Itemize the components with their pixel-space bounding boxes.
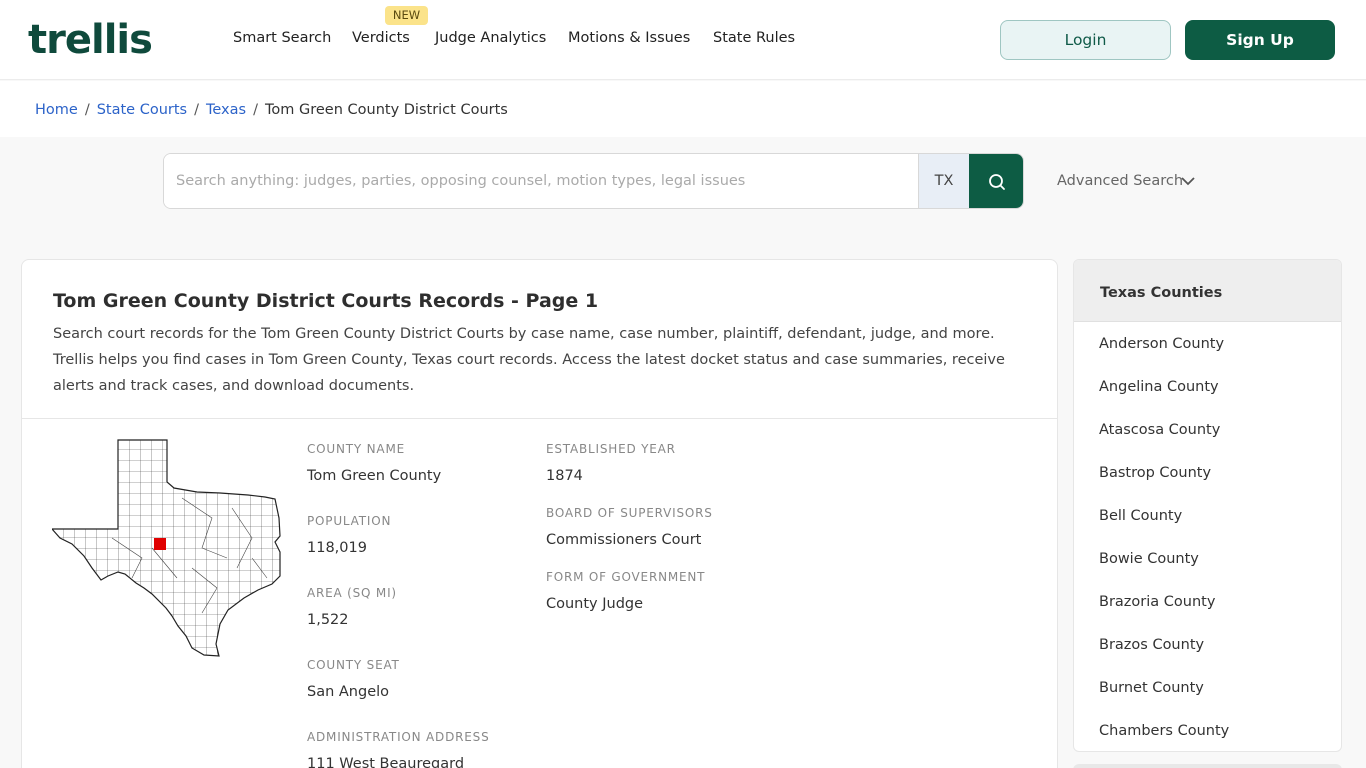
trellis-logo[interactable]: trellis [28,18,153,62]
breadcrumb-separator: / [84,102,90,118]
breadcrumb-home[interactable]: Home [35,102,78,118]
court-info-card: Tom Green County District Courts Records… [21,259,1058,768]
population-value: 118,019 [307,540,367,556]
login-button[interactable]: Login [1000,20,1171,60]
advanced-search-toggle[interactable]: Advanced Search [1057,171,1183,191]
county-link[interactable]: Brazoria County [1099,592,1329,635]
sidebar-next-panel [1073,764,1342,768]
county-link[interactable]: Bowie County [1099,549,1329,592]
area-label: AREA (SQ MI) [307,586,397,600]
breadcrumb-texas[interactable]: Texas [206,102,246,118]
established-year-label: ESTABLISHED YEAR [546,442,676,456]
county-name-value: Tom Green County [307,468,442,484]
nav-verdicts[interactable]: Verdicts [352,28,410,48]
area-value: 1,522 [307,612,349,628]
search-bar: TX [163,153,1024,209]
breadcrumb-separator: / [194,102,199,118]
nav-smart-search[interactable]: Smart Search [233,28,331,48]
admin-address-value: 111 West Beauregard [307,756,465,768]
government-label: FORM OF GOVERNMENT [546,570,706,584]
county-seat-label: COUNTY SEAT [307,658,400,672]
breadcrumb-bar: Home / State Courts / Texas / Tom Green County… [0,81,1366,137]
nav-motions-issues[interactable]: Motions & Issues [568,28,690,48]
texas-counties-sidebar: Texas Counties Anderson County Angelina … [1073,259,1342,752]
county-link[interactable]: Brazos County [1099,635,1329,678]
county-link[interactable]: Angelina County [1099,377,1329,420]
signup-button[interactable]: Sign Up [1185,20,1335,60]
sidebar-header: Texas Counties [1074,260,1341,322]
texas-county-map [52,439,281,657]
county-link[interactable]: Burnet County [1099,678,1329,721]
population-label: POPULATION [307,514,392,528]
page-description: Search court records for the Tom Green C… [53,326,1005,394]
search-button[interactable] [969,154,1023,208]
county-link[interactable]: Chambers County [1099,721,1329,751]
state-selector[interactable]: TX [918,154,969,208]
county-link[interactable]: Bell County [1099,506,1329,549]
county-link[interactable]: Anderson County [1099,334,1329,377]
card-divider [22,418,1057,419]
board-value: Commissioners Court [546,532,702,548]
page-title: Tom Green County District Courts Records… [53,290,599,312]
nav-state-rules[interactable]: State Rules [713,28,795,48]
chevron-down-icon[interactable] [1181,176,1195,186]
county-seat-value: San Angelo [307,684,390,700]
board-label: BOARD OF SUPERVISORS [546,506,713,520]
admin-address-label: ADMINISTRATION ADDRESS [307,730,490,744]
search-input[interactable] [164,154,918,208]
new-badge: NEW [385,6,428,25]
county-link[interactable]: Bastrop County [1099,463,1329,506]
search-icon [989,174,1005,190]
sidebar-title: Texas Counties [1100,285,1223,301]
breadcrumb-separator: / [253,102,258,118]
tom-green-county-highlight [154,538,166,550]
county-list: Anderson County Angelina County Atascosa… [1099,334,1329,751]
site-header: trellis NEW Smart Search Verdicts Judge … [0,0,1366,80]
nav-judge-analytics[interactable]: Judge Analytics [435,28,546,48]
breadcrumb-current: Tom Green County District Courts [264,102,508,118]
breadcrumb: Home / State Courts / Texas / Tom Green County… [35,100,508,120]
breadcrumb-state-courts[interactable]: State Courts [97,102,187,118]
government-value: County Judge [546,596,644,612]
county-link[interactable]: Atascosa County [1099,420,1329,463]
established-year-value: 1874 [546,468,583,484]
county-name-label: COUNTY NAME [307,442,405,456]
